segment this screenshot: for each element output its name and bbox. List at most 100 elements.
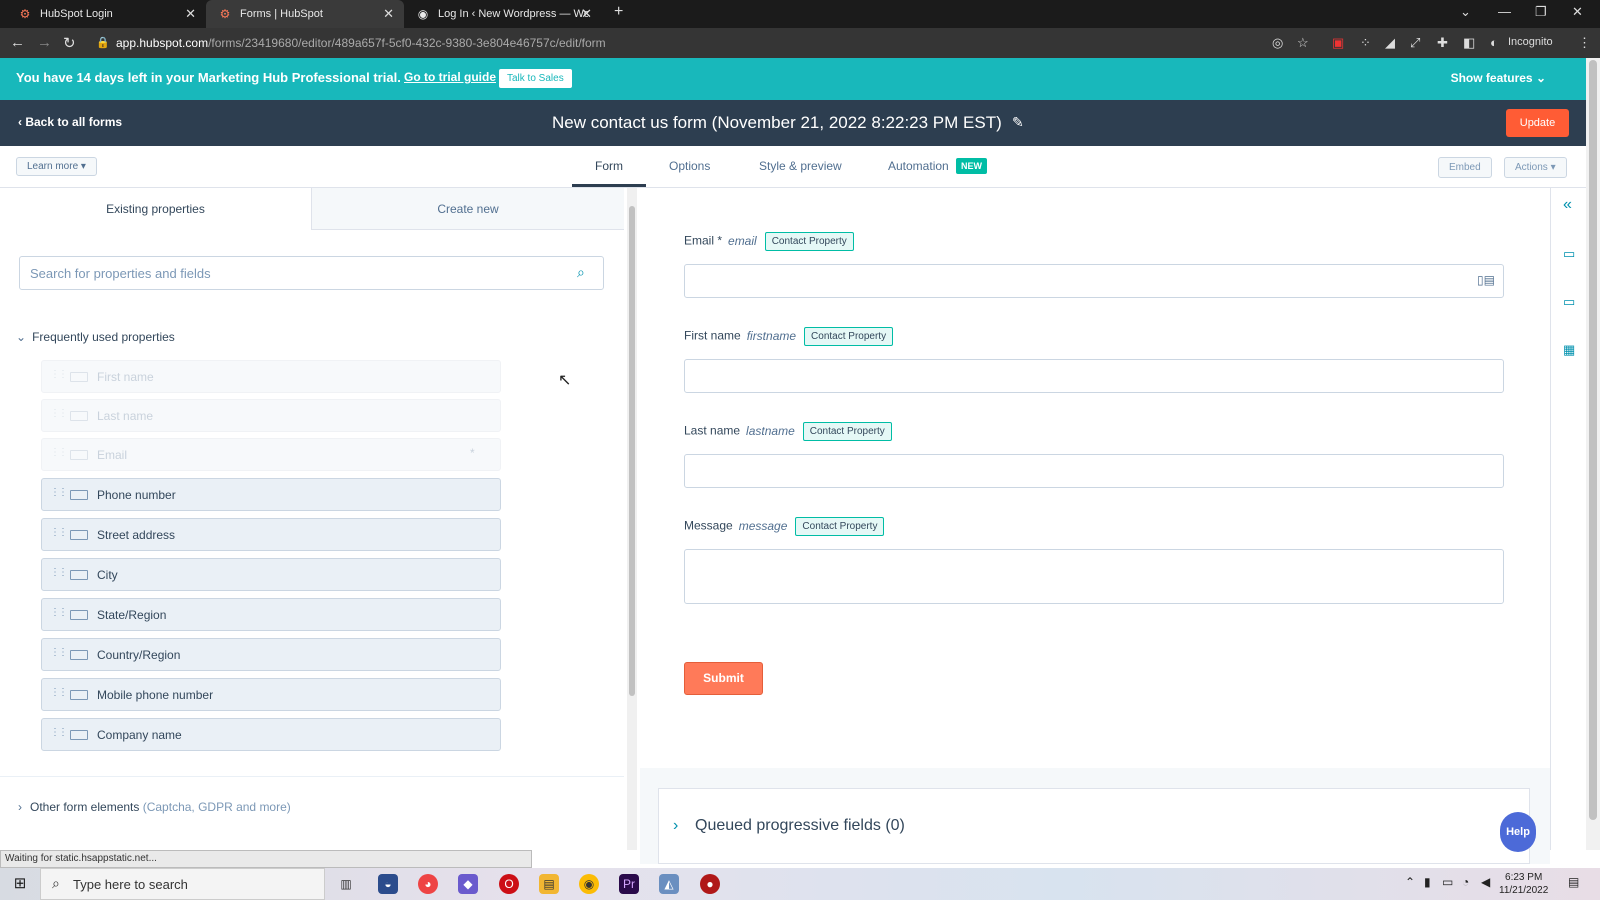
tab-existing-properties[interactable]: Existing properties [0, 188, 312, 230]
queued-progressive-fields[interactable]: › Queued progressive fields (0) [658, 788, 1530, 864]
frequent-properties-header[interactable]: ⌄ Frequently used properties [16, 330, 175, 344]
drag-handle-icon[interactable]: ⋮⋮ [50, 647, 68, 658]
property-item[interactable]: ⋮⋮ Mobile phone number [41, 678, 501, 711]
drag-handle-icon[interactable]: ⋮⋮ [50, 487, 68, 498]
network-icon[interactable]: ◔ [1462, 875, 1469, 889]
windows-start-icon[interactable]: ⊞ [10, 874, 30, 894]
other-form-elements-header[interactable]: › Other form elements (Captcha, GDPR and … [18, 800, 291, 814]
email-field-label[interactable]: Email * email Contact Property [684, 232, 854, 251]
puzzle-icon[interactable]: ✚ [1437, 35, 1448, 51]
tab-search-icon[interactable]: ⌄ [1460, 4, 1471, 20]
learn-more-button[interactable]: Learn more ▾ [16, 157, 97, 176]
notification-icon[interactable]: ▤ [1568, 875, 1579, 889]
left-panel-scrollbar[interactable] [627, 188, 637, 850]
tab-automation[interactable]: Automation [888, 159, 949, 173]
extension-icon[interactable]: ◢ [1385, 35, 1395, 51]
menu-dots-icon[interactable]: ⋮ [1578, 35, 1591, 51]
drag-handle-icon[interactable]: ⋮⋮ [50, 527, 68, 538]
restore-icon[interactable]: ❐ [1535, 4, 1547, 20]
app-icon[interactable]: ● [700, 874, 720, 894]
chevron-down-icon: ⌄ [1535, 71, 1546, 85]
message-field-label[interactable]: Message message Contact Property [684, 517, 885, 536]
tab-options[interactable]: Options [669, 159, 710, 173]
browser-tab-hubspot-login[interactable]: ⚙ HubSpot Login ✕ [6, 0, 206, 28]
submit-button[interactable]: Submit [684, 662, 763, 695]
show-features-button[interactable]: Show features ⌄ [1451, 71, 1546, 85]
tab-form[interactable]: Form [595, 159, 623, 173]
scrollbar-thumb[interactable] [629, 206, 635, 696]
browser-tab-wordpress[interactable]: ◉ Log In ‹ New Wordpress — Word ✕ [404, 0, 602, 28]
property-search-input[interactable]: Search for properties and fields [19, 256, 604, 290]
lastname-field-label[interactable]: Last name lastname Contact Property [684, 422, 892, 441]
star-icon[interactable]: ☆ [1297, 35, 1309, 51]
app-icon[interactable]: ◭ [659, 874, 679, 894]
incognito-icon[interactable]: ◐ [1490, 35, 1498, 50]
embed-button[interactable]: Embed [1438, 157, 1492, 178]
browser-tab-forms[interactable]: ⚙ Forms | HubSpot ✕ [206, 0, 404, 28]
profile-label[interactable]: Incognito [1508, 36, 1553, 48]
drag-handle-icon[interactable]: ⋮⋮ [50, 687, 68, 698]
taskbar-search-input[interactable]: Type here to search [40, 868, 325, 900]
property-item[interactable]: ⋮⋮ Country/Region [41, 638, 501, 671]
property-item[interactable]: ⋮⋮ State/Region [41, 598, 501, 631]
new-tab-icon[interactable]: + [614, 3, 623, 21]
reload-icon[interactable]: ↻ [63, 34, 76, 52]
window-icon[interactable]: ▭ [1563, 294, 1575, 310]
taskbar-clock[interactable]: 6:23 PM 11/21/2022 [1499, 871, 1548, 897]
url-field[interactable]: app.hubspot.com/forms/23419680/editor/48… [116, 28, 1226, 58]
drag-handle-icon[interactable]: ⋮⋮ [50, 607, 68, 618]
actions-button[interactable]: Actions ▾ [1504, 157, 1567, 178]
message-textarea[interactable] [684, 549, 1504, 604]
drag-handle-icon[interactable]: ⋮⋮ [50, 567, 68, 578]
close-window-icon[interactable]: ✕ [1572, 4, 1583, 20]
firstname-input[interactable] [684, 359, 1504, 393]
help-button[interactable]: Help [1500, 812, 1536, 852]
scrollbar-thumb[interactable] [1589, 60, 1597, 820]
calendar-icon[interactable]: ▦ [1563, 342, 1575, 358]
tray-icon[interactable]: ▭ [1442, 875, 1453, 889]
close-tab-icon[interactable]: ✕ [383, 6, 394, 22]
minimize-icon[interactable]: — [1498, 4, 1511, 19]
volume-icon[interactable]: ◀ [1481, 875, 1490, 889]
property-item[interactable]: ⋮⋮ City [41, 558, 501, 591]
premiere-pro-icon[interactable]: Pr [619, 874, 639, 894]
contact-property-badge: Contact Property [764, 232, 854, 251]
eye-off-icon[interactable]: ◎ [1272, 35, 1283, 51]
file-explorer-icon[interactable]: ▤ [539, 874, 559, 894]
forward-arrow-icon[interactable]: → [37, 34, 52, 51]
page-scrollbar[interactable] [1586, 58, 1600, 850]
firstname-field-label[interactable]: First name firstname Contact Property [684, 327, 894, 346]
opera-icon[interactable]: O [499, 874, 519, 894]
property-item[interactable]: ⋮⋮ Company name [41, 718, 501, 751]
search-icon[interactable]: ⌕ [577, 264, 585, 281]
collapse-double-chevron-icon[interactable]: « [1563, 196, 1572, 214]
extension-icon[interactable]: ⁘ [1360, 35, 1371, 51]
back-arrow-icon[interactable]: ← [10, 34, 25, 51]
comment-icon[interactable]: ▭ [1563, 246, 1575, 262]
talk-to-sales-button[interactable]: Talk to Sales [499, 69, 572, 88]
back-to-forms-link[interactable]: ‹ Back to all forms [18, 115, 122, 129]
extension-icon[interactable]: ⤢ [1410, 35, 1420, 51]
lastname-input[interactable] [684, 454, 1504, 488]
update-button[interactable]: Update [1506, 109, 1569, 137]
property-item[interactable]: ⋮⋮ Street address [41, 518, 501, 551]
tab-create-new[interactable]: Create new [312, 188, 624, 230]
close-tab-icon[interactable]: ✕ [185, 6, 196, 22]
close-tab-icon[interactable]: ✕ [581, 6, 592, 22]
tray-icon[interactable]: ▮ [1424, 875, 1431, 889]
drag-handle-icon[interactable]: ⋮⋮ [50, 727, 68, 738]
pencil-icon[interactable]: ✎ [1012, 114, 1024, 131]
chrome-icon[interactable]: ◉ [579, 874, 599, 894]
app-icon[interactable]: ◕ [418, 874, 438, 894]
properties-tabs: Existing properties Create new [0, 188, 624, 230]
email-input[interactable]: ▯▤ [684, 264, 1504, 298]
extension-icon[interactable]: ▣ [1332, 35, 1344, 51]
task-view-icon[interactable]: ▥ [336, 874, 356, 894]
app-icon[interactable]: ◒ [378, 874, 398, 894]
app-icon[interactable]: ◆ [458, 874, 478, 894]
tab-style-preview[interactable]: Style & preview [759, 159, 842, 173]
tray-chevron-icon[interactable]: ⌃ [1405, 875, 1415, 889]
property-item[interactable]: ⋮⋮ Phone number [41, 478, 501, 511]
trial-guide-link[interactable]: Go to trial guide [404, 70, 496, 84]
sidepanel-icon[interactable]: ◧ [1463, 35, 1475, 51]
